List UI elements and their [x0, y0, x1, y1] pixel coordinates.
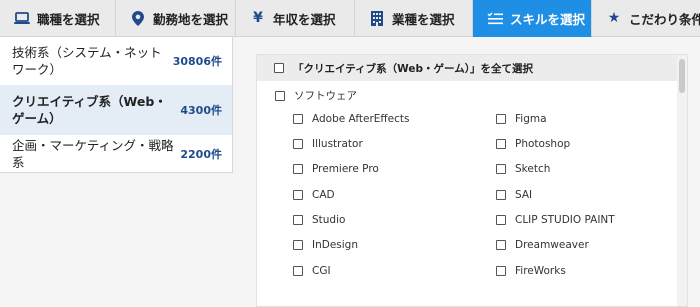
- skill-checkbox[interactable]: [496, 240, 506, 250]
- tab-job-type[interactable]: 職種を選択: [0, 0, 116, 37]
- skill-option[interactable]: FireWorks: [496, 265, 566, 277]
- scrollbar[interactable]: [677, 55, 687, 306]
- software-checkbox[interactable]: [275, 90, 285, 101]
- tab-preferences[interactable]: ★ こだわり条件: [592, 0, 700, 37]
- tab-skills[interactable]: スキルを選択: [473, 0, 592, 37]
- tab-label: 職種を選択: [37, 11, 100, 27]
- skill-option[interactable]: Sketch: [496, 163, 550, 175]
- building-icon: [369, 10, 385, 26]
- tab-salary[interactable]: ¥ 年収を選択: [236, 0, 355, 37]
- skill-list-icon: [487, 10, 503, 26]
- skill-checkbox[interactable]: [293, 215, 303, 225]
- skill-checkbox[interactable]: [496, 190, 506, 200]
- skill-option[interactable]: Adobe AfterEffects: [293, 113, 409, 125]
- tab-label: スキルを選択: [510, 11, 586, 27]
- laptop-icon: [14, 10, 30, 26]
- skill-label: CLIP STUDIO PAINT: [515, 214, 615, 226]
- skill-option[interactable]: CAD: [293, 189, 335, 201]
- skill-option[interactable]: Photoshop: [496, 138, 570, 150]
- tab-location[interactable]: 勤務地を選択: [116, 0, 236, 37]
- category-label: 企画・マーケティング・戦略系: [12, 137, 174, 170]
- category-label: 技術系（システム・ネットワーク）: [12, 45, 162, 77]
- category-count: 4300件: [180, 104, 222, 117]
- select-all-checkbox[interactable]: [274, 63, 284, 73]
- software-label: ソフトウェア: [294, 90, 357, 102]
- skill-option[interactable]: InDesign: [293, 239, 358, 251]
- skill-panel: 「クリエイティブ系（Web・ゲーム）」を全て選択 ソフトウェア Adobe Af…: [256, 54, 688, 307]
- skill-label: Photoshop: [515, 138, 571, 150]
- tab-industry[interactable]: 業種を選択: [355, 0, 473, 37]
- skill-checkbox[interactable]: [496, 215, 506, 225]
- skill-label: Illustrator: [312, 138, 363, 150]
- category-list: 技術系（システム・ネットワーク） 30806件 クリエイティブ系（Web・ゲーム…: [0, 37, 233, 173]
- skill-checkbox[interactable]: [496, 139, 506, 149]
- skill-label: InDesign: [312, 239, 359, 251]
- category-count: 2200件: [180, 147, 222, 161]
- skill-checkbox[interactable]: [496, 164, 506, 174]
- skill-checkbox[interactable]: [293, 164, 303, 174]
- tab-label: こだわり条件: [629, 11, 700, 27]
- tab-bar: 職種を選択 勤務地を選択 ¥ 年収を選択 業種を選択 スキルを選択 ★ こだわり…: [0, 0, 700, 37]
- skill-label: Adobe AfterEffects: [312, 113, 410, 125]
- skill-label: Figma: [515, 113, 547, 125]
- skill-label: Sketch: [515, 163, 551, 175]
- star-icon: ★: [607, 10, 621, 26]
- category-item-creative[interactable]: クリエイティブ系（Web・ゲーム） 4300件: [0, 85, 232, 135]
- skill-option[interactable]: CGI: [293, 265, 331, 277]
- yen-icon: ¥: [253, 10, 263, 26]
- skill-option[interactable]: Studio: [293, 214, 345, 226]
- skill-checkbox[interactable]: [293, 114, 303, 124]
- skill-label: Dreamweaver: [515, 239, 589, 251]
- skill-checkbox[interactable]: [496, 266, 506, 276]
- scrollbar-thumb[interactable]: [679, 59, 685, 93]
- skill-option[interactable]: SAI: [496, 189, 532, 201]
- select-all-label: 「クリエイティブ系（Web・ゲーム）」を全て選択: [293, 62, 533, 75]
- skill-checkbox[interactable]: [293, 266, 303, 276]
- category-item-technical[interactable]: 技術系（システム・ネットワーク） 30806件: [0, 37, 232, 85]
- skill-label: Premiere Pro: [312, 163, 379, 175]
- tab-label: 勤務地を選択: [153, 11, 229, 27]
- skill-label: CAD: [312, 189, 335, 201]
- skill-option[interactable]: Illustrator: [293, 138, 363, 150]
- tab-label: 業種を選択: [392, 11, 455, 27]
- skill-checkbox[interactable]: [293, 139, 303, 149]
- category-item-planning[interactable]: 企画・マーケティング・戦略系 2200件: [0, 135, 232, 172]
- skill-option[interactable]: Premiere Pro: [293, 163, 379, 175]
- skill-option[interactable]: CLIP STUDIO PAINT: [496, 214, 615, 226]
- category-count: 30806件: [172, 55, 222, 68]
- skill-label: SAI: [515, 189, 533, 201]
- skill-label: FireWorks: [515, 265, 566, 277]
- tab-label: 年収を選択: [273, 11, 336, 27]
- map-pin-icon: [130, 10, 146, 26]
- skill-option[interactable]: Dreamweaver: [496, 239, 589, 251]
- skill-checkbox[interactable]: [293, 190, 303, 200]
- skill-checkbox[interactable]: [293, 240, 303, 250]
- skill-checkbox[interactable]: [496, 114, 506, 124]
- category-label: クリエイティブ系（Web・ゲーム）: [12, 94, 167, 126]
- select-all-row[interactable]: 「クリエイティブ系（Web・ゲーム）」を全て選択: [257, 55, 677, 81]
- skill-label: CGI: [312, 265, 331, 277]
- software-group[interactable]: ソフトウェア: [275, 88, 357, 103]
- skill-option[interactable]: Figma: [496, 113, 547, 125]
- skill-label: Studio: [312, 214, 346, 226]
